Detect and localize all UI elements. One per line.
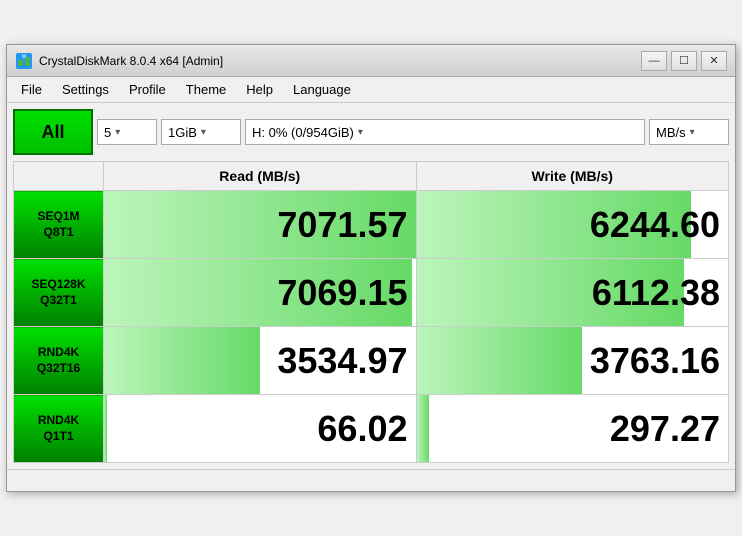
table-row: SEQ1MQ8T1 7071.57 6244.60	[14, 191, 729, 259]
write-value: 6244.60	[417, 191, 729, 258]
read-value: 3534.97	[104, 327, 416, 394]
menu-item-profile[interactable]: Profile	[119, 79, 176, 100]
svg-text:M: M	[22, 54, 26, 60]
row-label: SEQ1MQ8T1	[14, 191, 104, 259]
main-content: All 5 ▾ 1GiB ▾ H: 0% (0/954GiB) ▾ MB/s ▾	[7, 103, 735, 469]
maximize-button[interactable]: ☐	[671, 51, 697, 71]
controls-row: All 5 ▾ 1GiB ▾ H: 0% (0/954GiB) ▾ MB/s ▾	[13, 109, 729, 155]
drive-arrow: ▾	[358, 127, 363, 138]
count-value: 5	[104, 125, 111, 140]
title-bar-left: M CrystalDiskMark 8.0.4 x64 [Admin]	[15, 52, 223, 70]
read-value-cell: 66.02	[104, 395, 417, 463]
size-arrow: ▾	[201, 127, 206, 138]
table-row: RND4KQ32T16 3534.97 3763.16	[14, 327, 729, 395]
status-bar	[7, 469, 735, 491]
menu-item-file[interactable]: File	[11, 79, 52, 100]
unit-dropdown[interactable]: MB/s ▾	[649, 119, 729, 145]
menu-item-settings[interactable]: Settings	[52, 79, 119, 100]
write-value-cell: 6244.60	[416, 191, 729, 259]
table-row: RND4KQ1T1 66.02 297.27	[14, 395, 729, 463]
menu-item-help[interactable]: Help	[236, 79, 283, 100]
menu-bar: FileSettingsProfileThemeHelpLanguage	[7, 77, 735, 103]
write-value-cell: 297.27	[416, 395, 729, 463]
main-window: M CrystalDiskMark 8.0.4 x64 [Admin] — ☐ …	[6, 44, 736, 492]
results-table: Read (MB/s) Write (MB/s) SEQ1MQ8T1 7071.…	[13, 161, 729, 463]
all-button[interactable]: All	[13, 109, 93, 155]
header-label	[14, 162, 104, 191]
write-value-cell: 6112.38	[416, 259, 729, 327]
read-value: 7069.15	[104, 259, 416, 326]
drive-dropdown[interactable]: H: 0% (0/954GiB) ▾	[245, 119, 645, 145]
read-value-cell: 7069.15	[104, 259, 417, 327]
menu-item-theme[interactable]: Theme	[176, 79, 236, 100]
size-value: 1GiB	[168, 125, 197, 140]
unit-value: MB/s	[656, 125, 686, 140]
unit-arrow: ▾	[690, 127, 695, 138]
drive-value: H: 0% (0/954GiB)	[252, 125, 354, 140]
title-bar: M CrystalDiskMark 8.0.4 x64 [Admin] — ☐ …	[7, 45, 735, 77]
menu-item-language[interactable]: Language	[283, 79, 361, 100]
write-value: 297.27	[417, 395, 729, 462]
write-value: 6112.38	[417, 259, 729, 326]
read-value-cell: 7071.57	[104, 191, 417, 259]
count-arrow: ▾	[115, 127, 120, 138]
count-dropdown[interactable]: 5 ▾	[97, 119, 157, 145]
header-read: Read (MB/s)	[104, 162, 417, 191]
write-value: 3763.16	[417, 327, 729, 394]
read-value: 66.02	[104, 395, 416, 462]
minimize-button[interactable]: —	[641, 51, 667, 71]
row-label: RND4KQ1T1	[14, 395, 104, 463]
close-button[interactable]: ✕	[701, 51, 727, 71]
header-write: Write (MB/s)	[416, 162, 729, 191]
table-row: SEQ128KQ32T1 7069.15 6112.38	[14, 259, 729, 327]
row-label: SEQ128KQ32T1	[14, 259, 104, 327]
read-value-cell: 3534.97	[104, 327, 417, 395]
app-icon: M	[15, 52, 33, 70]
window-title: CrystalDiskMark 8.0.4 x64 [Admin]	[39, 54, 223, 68]
write-value-cell: 3763.16	[416, 327, 729, 395]
row-label: RND4KQ32T16	[14, 327, 104, 395]
read-value: 7071.57	[104, 191, 416, 258]
size-dropdown[interactable]: 1GiB ▾	[161, 119, 241, 145]
title-bar-controls: — ☐ ✕	[641, 51, 727, 71]
